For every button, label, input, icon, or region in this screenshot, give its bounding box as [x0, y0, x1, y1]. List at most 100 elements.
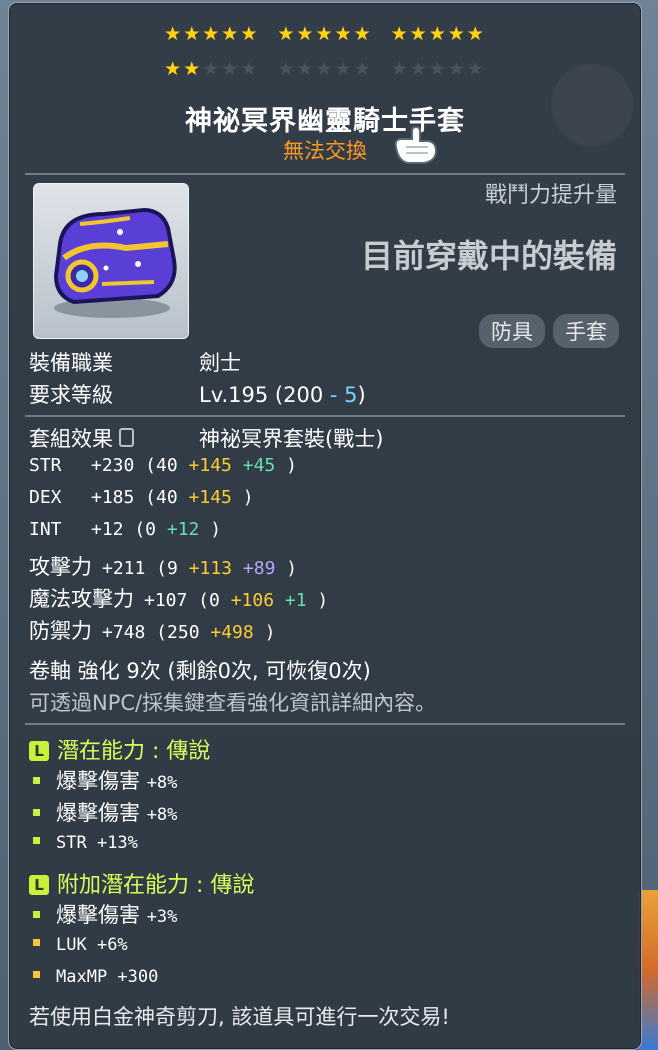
star-empty-icon: ★ — [277, 58, 297, 80]
potential-value: +8% — [146, 805, 178, 825]
divider — [25, 173, 625, 175]
star-empty-icon: ★ — [428, 58, 448, 80]
star-empty-icon: ★ — [221, 58, 241, 80]
item-tags: 防具 手套 — [479, 314, 619, 348]
potential-value: +8% — [146, 773, 178, 793]
star-empty-icon: ★ — [466, 58, 486, 80]
stat-row: STR +230 (40 +145 +45 ) — [29, 455, 297, 476]
star-filled-icon: ★ — [296, 23, 316, 45]
stat-total: +107 (0 — [144, 590, 231, 611]
stat-bonus: +45 — [242, 455, 287, 476]
stat-total: +185 (40 — [91, 487, 189, 508]
star-filled-icon: ★ — [240, 23, 260, 45]
lock-icon — [119, 428, 134, 447]
star-filled-icon: ★ — [164, 23, 184, 45]
potential-header: L 潛在能力 : 傳說 — [29, 733, 210, 765]
star-empty-icon: ★ — [334, 58, 354, 80]
star-filled-icon: ★ — [202, 23, 222, 45]
star-group: ★★★★★ — [391, 60, 486, 79]
potential-line: STR +13% — [33, 829, 138, 853]
potential-bullet-icon — [33, 837, 40, 844]
level-value: Lv.195 (200 — [199, 383, 324, 407]
stat-row: DEX +185 (40 +145 ) — [29, 487, 254, 508]
star-filled-icon: ★ — [390, 23, 410, 45]
star-force-row-2: ★★★★★ ★★★★★ ★★★★★ — [9, 60, 641, 79]
star-filled-icon: ★ — [428, 23, 448, 45]
stat-total: +748 (250 — [102, 622, 211, 643]
star-empty-icon: ★ — [315, 58, 335, 80]
stat-bonus: +106 — [230, 590, 285, 611]
job-requirement: 裝備職業 劍士 — [29, 347, 241, 377]
stat-name: DEX — [29, 487, 62, 508]
job-value: 劍士 — [199, 351, 241, 375]
level-close: ) — [357, 383, 366, 407]
star-filled-icon: ★ — [221, 23, 241, 45]
potential-value: +13% — [96, 833, 138, 853]
divider — [25, 723, 625, 725]
star-filled-icon: ★ — [315, 23, 335, 45]
potential-stat: 爆擊傷害 — [56, 769, 147, 793]
stat-name: 防禦力 — [29, 619, 92, 643]
stat-bonus: +89 — [242, 558, 287, 579]
stat-name: INT — [29, 519, 62, 540]
stat-bonus: +145 — [188, 455, 243, 476]
legendary-badge-icon: L — [29, 875, 49, 895]
star-group: ★★★★★ — [164, 25, 259, 44]
stat-row: INT +12 (0 +12 ) — [29, 519, 222, 540]
stat-name: STR — [29, 455, 62, 476]
star-group: ★★★★★ — [391, 25, 486, 44]
potential-stat: MaxMP — [56, 967, 118, 987]
star-empty-icon: ★ — [409, 58, 429, 80]
potential-bullet-icon — [33, 971, 40, 978]
bonus-potential-header: L 附加潛在能力 : 傳說 — [29, 867, 254, 899]
set-effect: 套組效果 神祕冥界套裝(戰士) — [29, 423, 383, 453]
item-name: 神祕冥界幽靈騎士手套 — [185, 106, 465, 137]
set-value: 神祕冥界套裝(戰士) — [199, 427, 384, 451]
star-filled-icon: ★ — [409, 23, 429, 45]
stat-bonus: +145 — [188, 487, 243, 508]
star-empty-icon: ★ — [296, 58, 316, 80]
potential-value: +3% — [146, 907, 178, 927]
stat-name: 攻擊力 — [29, 555, 92, 579]
star-empty-icon: ★ — [353, 58, 373, 80]
level-requirement: 要求等級 Lv.195 (200 - 5) — [29, 379, 366, 409]
potential-bullet-icon — [33, 939, 40, 946]
potential-stat: LUK — [56, 935, 97, 955]
potential-line: LUK +6% — [33, 931, 128, 955]
star-group: ★★★★★ — [277, 25, 372, 44]
potential-bullet-icon — [33, 777, 40, 784]
star-filled-icon: ★ — [164, 58, 184, 80]
star-empty-icon: ★ — [240, 58, 260, 80]
star-filled-icon: ★ — [183, 58, 203, 80]
star-force-row-1: ★★★★★ ★★★★★ ★★★★★ — [9, 25, 641, 44]
potential-stat: 爆擊傷害 — [56, 801, 147, 825]
tag-armor: 防具 — [479, 314, 545, 348]
purple-gold-glove-icon — [53, 207, 177, 318]
potential-line: 爆擊傷害 +3% — [33, 899, 177, 929]
stat-total: +230 (40 — [91, 455, 189, 476]
star-empty-icon: ★ — [390, 58, 410, 80]
potential-stat: 爆擊傷害 — [56, 903, 147, 927]
star-filled-icon: ★ — [277, 23, 297, 45]
potential-bullet-icon — [33, 809, 40, 816]
pointer-hand-icon — [394, 125, 438, 164]
scroll-upgrade-note: 可透過NPC/採集鍵查看強化資訊詳細內容。 — [29, 691, 437, 715]
set-label: 套組效果 — [29, 423, 199, 453]
stat-bonus: +498 — [210, 622, 265, 643]
star-filled-icon: ★ — [353, 23, 373, 45]
tag-glove: 手套 — [553, 314, 619, 348]
potential-bullet-icon — [33, 911, 40, 918]
potential-value: +6% — [96, 935, 128, 955]
item-tooltip: ★★★★★ ★★★★★ ★★★★★ ★★★★★ ★★★★★ ★★★★★ 神祕冥界幽靈騎士… — [8, 2, 642, 1050]
job-label: 裝備職業 — [29, 351, 113, 375]
stat-bonus: +12 — [166, 519, 211, 540]
potential-line: 爆擊傷害 +8% — [33, 797, 177, 827]
level-label: 要求等級 — [29, 383, 113, 407]
power-increase-label: 戰鬥力提升量 — [484, 183, 617, 208]
stat-name: 魔法攻擊力 — [29, 587, 134, 611]
divider — [25, 415, 625, 417]
legendary-badge-icon: L — [29, 741, 49, 761]
stat-row: 防禦力 +748 (250 +498 ) — [29, 615, 275, 645]
platinum-scissors-note: 若使用白金神奇剪刀, 該道具可進行一次交易! — [29, 1005, 450, 1029]
star-empty-icon: ★ — [447, 58, 467, 80]
